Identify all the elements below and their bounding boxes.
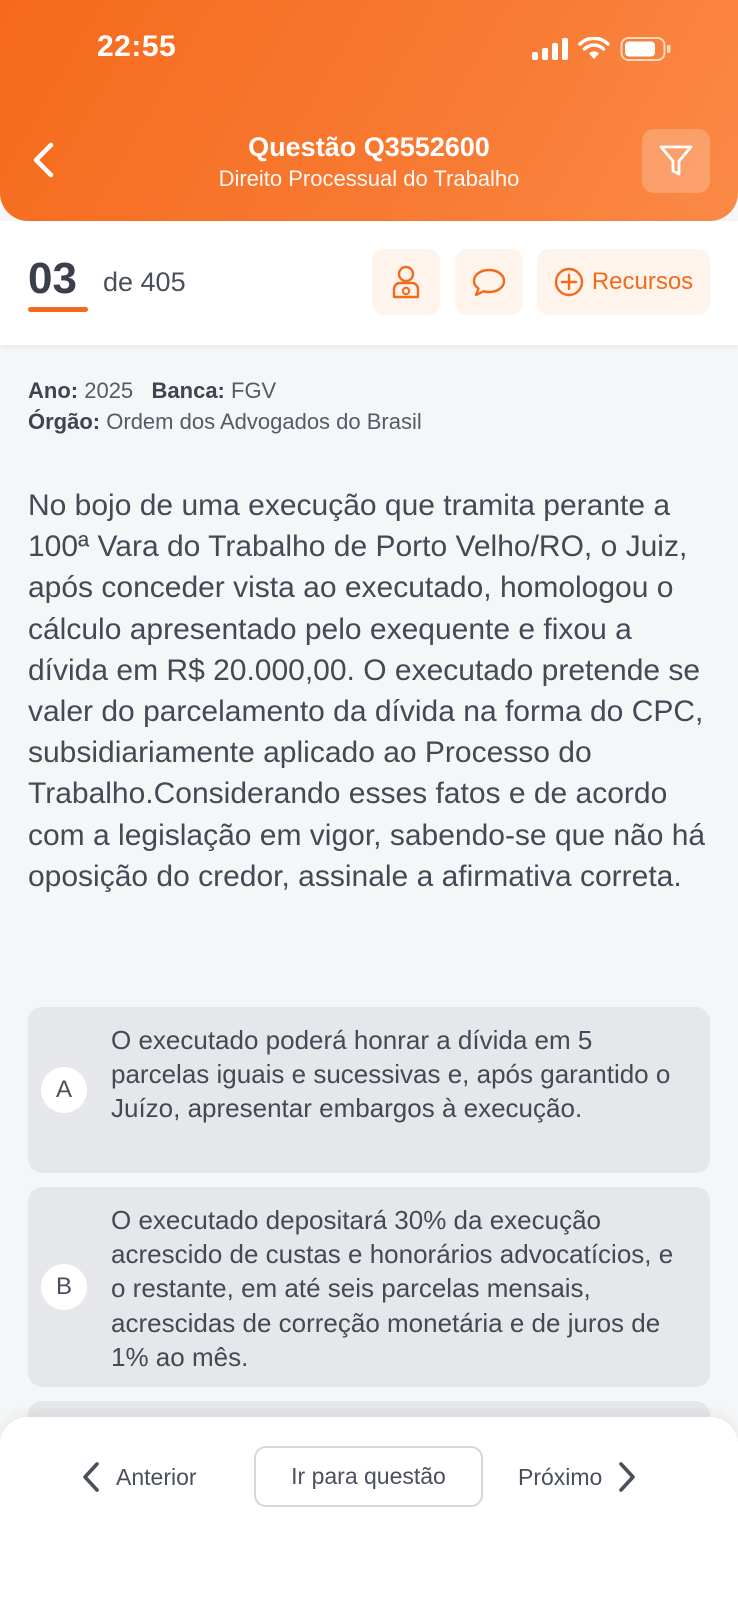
- option-b[interactable]: B O executado depositará 30% da execução…: [28, 1187, 710, 1387]
- comments-button[interactable]: [455, 249, 523, 315]
- chevron-right-icon: [619, 1462, 636, 1492]
- question-counter-bar: 03 de 405 Recursos: [0, 221, 738, 345]
- option-text: O executado depositará 30% da execução a…: [111, 1205, 674, 1372]
- go-to-question-button[interactable]: Ir para questão: [254, 1446, 483, 1507]
- page-subtitle: Direito Processual do Trabalho: [218, 166, 520, 191]
- chevron-left-icon: [83, 1462, 99, 1492]
- question-number-underline: [28, 307, 88, 312]
- board-value: FGV: [231, 378, 277, 403]
- question-statement: No bojo de uma execução que tramita pera…: [28, 489, 706, 893]
- option-text: O executado poderá honrar a dívida em 5 …: [111, 1025, 671, 1124]
- year-label: Ano:: [28, 378, 79, 403]
- option-letter: B: [41, 1264, 87, 1310]
- status-time: 22:55: [97, 30, 177, 63]
- status-icons: [532, 36, 672, 62]
- org-label: Órgão:: [28, 409, 101, 434]
- filter-funnel-icon: [659, 145, 693, 176]
- filter-button[interactable]: [642, 129, 710, 193]
- meta-line-2: Órgão: Ordem dos Advogados do Brasil: [28, 406, 422, 437]
- resources-label: Recursos: [591, 268, 694, 295]
- option-letter: A: [41, 1067, 87, 1113]
- resources-button[interactable]: Recursos: [537, 249, 710, 315]
- previous-button[interactable]: Anterior: [80, 1445, 197, 1509]
- option-a[interactable]: A O executado poderá honrar a dívida em …: [28, 1007, 710, 1173]
- wifi-icon: [578, 37, 610, 59]
- board-label: Banca:: [151, 378, 225, 403]
- next-label: Próximo: [518, 1463, 603, 1490]
- signal-icon: [532, 38, 568, 60]
- question-meta: Ano: 2025 Banca: FGV Órgão: Ordem dos Ad…: [28, 375, 422, 437]
- battery-icon: [620, 37, 671, 61]
- page-title: Questão Q3552600: [248, 132, 490, 162]
- previous-label: Anterior: [116, 1463, 197, 1490]
- plus-circle-icon: [554, 267, 584, 297]
- next-button[interactable]: Próximo: [518, 1445, 638, 1509]
- year-value: 2025: [84, 378, 134, 403]
- teacher-button[interactable]: [372, 249, 440, 315]
- app-header: 22:55 Questão Q3552600 Direito Processua…: [0, 0, 738, 221]
- comment-bubble-icon: [472, 268, 506, 297]
- org-value: Ordem dos Advogados do Brasil: [106, 409, 422, 434]
- teacher-icon: [392, 265, 420, 299]
- meta-line-1: Ano: 2025 Banca: FGV: [28, 375, 422, 406]
- bottom-navigation: Anterior Ir para questão Próximo: [0, 1417, 738, 1600]
- question-total: de 405: [103, 267, 186, 297]
- question-number: 03: [28, 254, 77, 303]
